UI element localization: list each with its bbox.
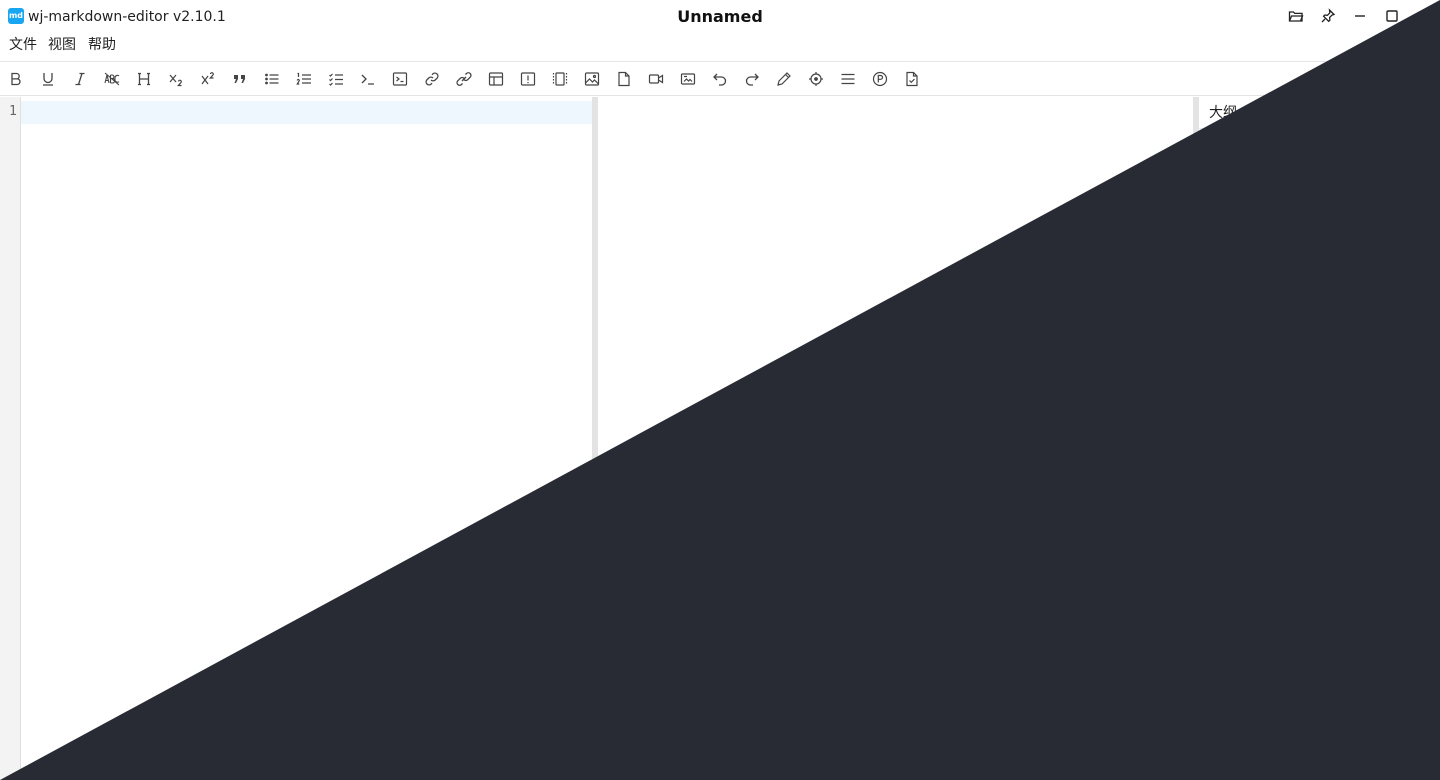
redo-icon [745, 73, 759, 86]
preview-pane [598, 97, 1193, 780]
line-number: 1 [9, 104, 17, 119]
underline-button[interactable] [37, 69, 59, 89]
p-circle-button[interactable] [869, 69, 891, 89]
close-icon [1419, 11, 1429, 21]
italic-button[interactable] [69, 69, 91, 89]
task-list-icon [329, 73, 343, 86]
link-icon [425, 72, 439, 86]
pen-button[interactable] [773, 69, 795, 89]
superscript-icon [201, 72, 214, 85]
quote-icon [234, 75, 245, 83]
menu-help[interactable]: 帮助 [88, 36, 116, 54]
outline-close-button[interactable] [1416, 105, 1430, 119]
subscript-icon [169, 74, 182, 87]
undo-button[interactable] [709, 69, 731, 89]
undo-icon [713, 73, 727, 86]
file-button[interactable] [613, 69, 635, 89]
active-line-highlight [21, 101, 592, 124]
close-window-button[interactable] [1414, 6, 1434, 26]
inline-code-button[interactable] [357, 69, 379, 89]
file-check-button[interactable] [901, 69, 923, 89]
minimize-button[interactable] [1350, 6, 1370, 26]
unordered-list-button[interactable] [261, 69, 283, 89]
unlink-button[interactable] [453, 69, 475, 89]
superscript-button[interactable] [197, 69, 219, 89]
code-block-icon [392, 72, 408, 86]
bold-button[interactable] [5, 69, 27, 89]
unlink-icon [456, 72, 472, 86]
unordered-list-icon [265, 73, 279, 85]
menu-bar: 文件 视图 帮助 [0, 32, 1440, 62]
table-icon [488, 72, 504, 86]
ordered-list-button[interactable] [293, 69, 315, 89]
task-list-button[interactable] [325, 69, 347, 89]
p-circle-icon [872, 71, 888, 87]
strikethrough-button[interactable] [101, 69, 123, 89]
locate-icon [809, 72, 823, 86]
redo-button[interactable] [741, 69, 763, 89]
close-icon [1418, 107, 1428, 117]
image-button[interactable] [581, 69, 603, 89]
document-title: Unnamed [677, 7, 763, 26]
minimize-icon [1355, 15, 1365, 17]
quote-button[interactable] [229, 69, 251, 89]
image-card-button[interactable] [677, 69, 699, 89]
bold-icon [11, 72, 21, 86]
link-button[interactable] [421, 69, 443, 89]
pin-button[interactable] [1318, 6, 1338, 26]
markdown-editor[interactable] [21, 97, 592, 780]
alert-button[interactable] [517, 69, 539, 89]
inline-code-icon [361, 74, 374, 85]
open-folder-button[interactable] [1286, 6, 1306, 26]
title-bar: md wj-markdown-editor v2.10.1 Unnamed [0, 0, 1440, 32]
pen-icon [777, 72, 791, 86]
empty-inbox-icon [1275, 383, 1379, 480]
file-icon [618, 71, 630, 87]
menu-file[interactable]: 文件 [9, 36, 37, 54]
image-card-icon [680, 73, 696, 85]
outline-empty-text: 暂无大纲 [1293, 497, 1346, 512]
file-check-icon [906, 71, 918, 87]
toolbar [0, 63, 1440, 96]
outline-title: 大纲 [1209, 105, 1237, 121]
pin-icon [1321, 8, 1336, 23]
underline-icon [43, 73, 53, 86]
line-number-gutter: 1 [0, 97, 21, 780]
image-icon [584, 72, 600, 86]
outline-header: 大纲 [1199, 97, 1440, 129]
subscript-button[interactable] [165, 69, 187, 89]
locate-button[interactable] [805, 69, 827, 89]
menu-view[interactable]: 视图 [48, 36, 76, 54]
container-icon [552, 72, 568, 86]
strikethrough-icon [104, 72, 120, 86]
open-folder-icon [1288, 11, 1304, 22]
container-button[interactable] [549, 69, 571, 89]
italic-icon [75, 72, 85, 86]
video-button[interactable] [645, 69, 667, 89]
maximize-icon [1386, 10, 1398, 22]
video-icon [648, 74, 664, 84]
menu-lines-button[interactable] [837, 69, 859, 89]
outline-panel: 大纲 暂无大纲 [1199, 97, 1440, 780]
ordered-list-icon [296, 72, 311, 85]
heading-button[interactable] [133, 69, 155, 89]
code-block-button[interactable] [389, 69, 411, 89]
menu-lines-icon [841, 73, 855, 85]
table-button[interactable] [485, 69, 507, 89]
alert-icon [520, 72, 536, 86]
maximize-button[interactable] [1382, 6, 1402, 26]
heading-icon [138, 72, 150, 86]
